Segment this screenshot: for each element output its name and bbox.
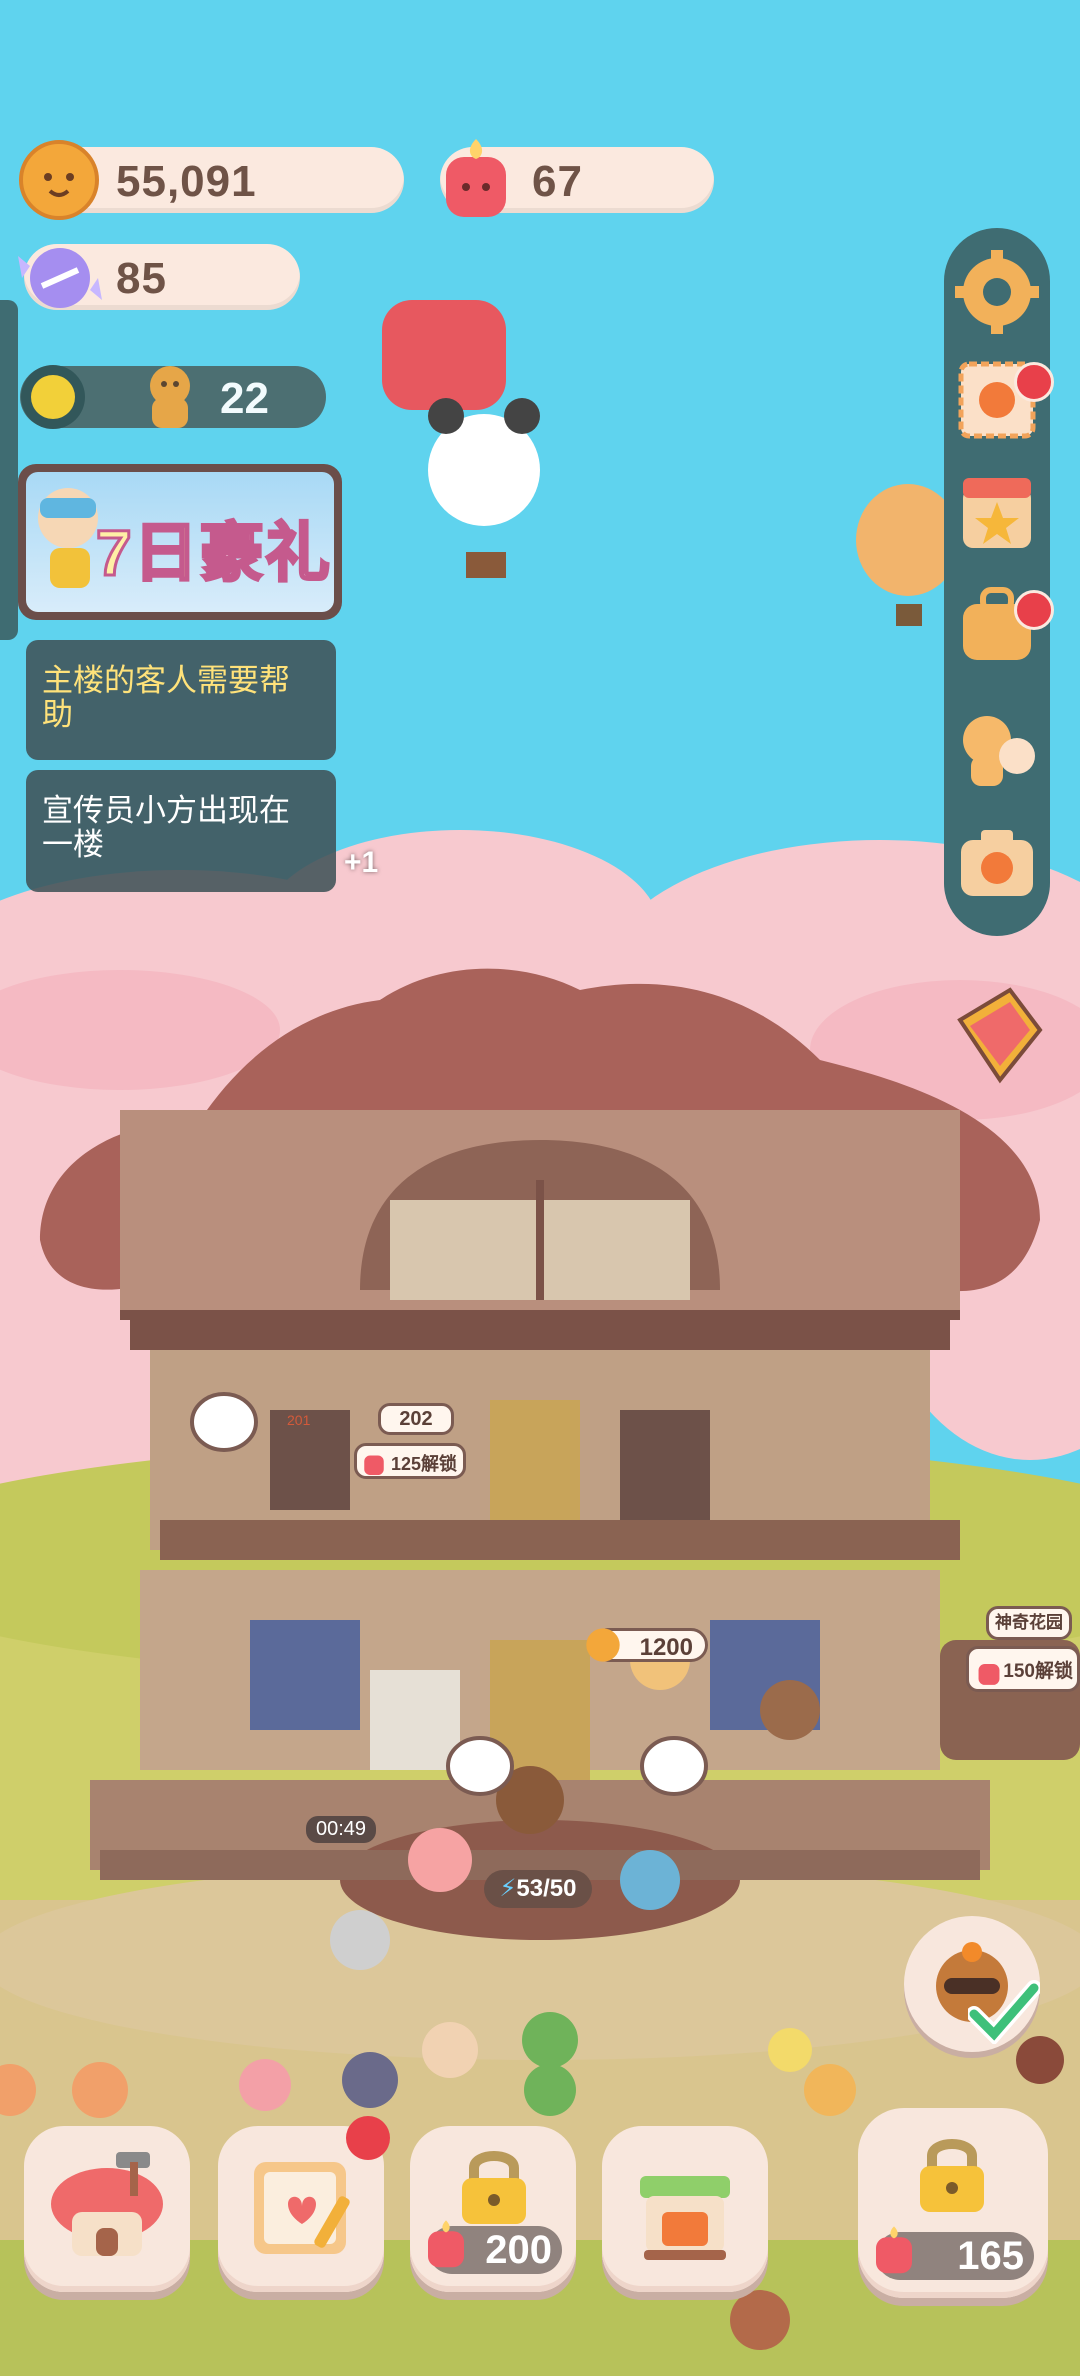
check-icon (968, 1980, 1040, 2044)
notice-more-count[interactable]: +1 (344, 846, 378, 880)
store-icon[interactable] (953, 468, 1041, 556)
candy-value: 85 (116, 254, 167, 303)
camera-icon[interactable] (953, 818, 1041, 906)
room-unlock-button[interactable]: 125解锁 (354, 1443, 466, 1479)
gingerbread-icon (150, 366, 190, 428)
energy-bolt-icon: ⚡ (499, 1875, 517, 1902)
notice-guest-help[interactable]: 主楼的客人需要帮助 (26, 640, 336, 760)
cookie-icon (19, 140, 99, 220)
seven-day-gift-banner[interactable]: 7日豪礼 (18, 464, 342, 620)
cookie-counter[interactable]: 55,091 (19, 140, 404, 220)
cookie-value: 55,091 (116, 157, 257, 206)
notice-promoter[interactable]: 宣传员小方出现在一楼 (26, 770, 336, 892)
lock-icon (920, 2139, 984, 2212)
candle-icon (876, 2226, 912, 2274)
room-small-number: 201 (287, 1412, 311, 1428)
candle-icon (446, 139, 506, 217)
customer-timer: 00:49 (306, 1816, 377, 1843)
task-complete-badge[interactable] (904, 1916, 1040, 2052)
lock-icon (462, 2151, 526, 2224)
characters-icon[interactable] (953, 706, 1041, 794)
token-value: 22 (220, 374, 269, 423)
locked-feature-button-1[interactable]: 200 (410, 2126, 576, 2292)
candle-value: 67 (532, 157, 583, 206)
shop-button[interactable] (602, 2126, 768, 2292)
notebook-notification-dot (346, 2116, 390, 2160)
coin-icon (586, 1628, 620, 1662)
shop-stall-icon (640, 2176, 730, 2260)
locked-cost-1: 200 (428, 2220, 562, 2274)
stamp-notification-dot (1014, 362, 1054, 402)
coin-reward-label[interactable]: 1200 (586, 1628, 708, 1662)
mushroom-house-icon (51, 2152, 163, 2256)
gear-icon[interactable] (953, 248, 1041, 336)
locked-cost-2: 165 (876, 2226, 1034, 2280)
garden-unlock-button[interactable]: 150解锁 (966, 1646, 1080, 1692)
rainbow-balloon-icon[interactable] (940, 980, 1056, 1090)
notebook-icon (254, 2162, 350, 2254)
notice-guest-help-text: 主楼的客人需要帮助 (42, 663, 290, 732)
bag-notification-dot (1014, 590, 1054, 630)
energy-counter[interactable]: ⚡53/50 (484, 1870, 592, 1908)
candle-icon (428, 2220, 464, 2268)
promo-prefix: 7日 (95, 516, 200, 591)
token-counter[interactable]: 22 (20, 365, 326, 429)
room-number-label: 202 (378, 1403, 454, 1435)
notice-promoter-text: 宣传员小方出现在一楼 (42, 793, 290, 862)
candy-counter[interactable]: 85 (18, 244, 300, 310)
left-edge-tab[interactable] (0, 300, 18, 640)
candle-counter[interactable]: 67 (440, 139, 714, 217)
sun-icon (21, 365, 85, 429)
right-menu-bar (944, 228, 1054, 936)
candle-icon (364, 1455, 384, 1476)
build-button[interactable] (24, 2126, 190, 2292)
garden-name-sign: 神奇花园 (986, 1606, 1072, 1640)
locked-feature-button-2[interactable]: 165 (858, 2108, 1048, 2298)
promo-title: 豪礼 (198, 516, 332, 591)
candle-icon (978, 1663, 1000, 1685)
candy-icon (18, 248, 102, 308)
